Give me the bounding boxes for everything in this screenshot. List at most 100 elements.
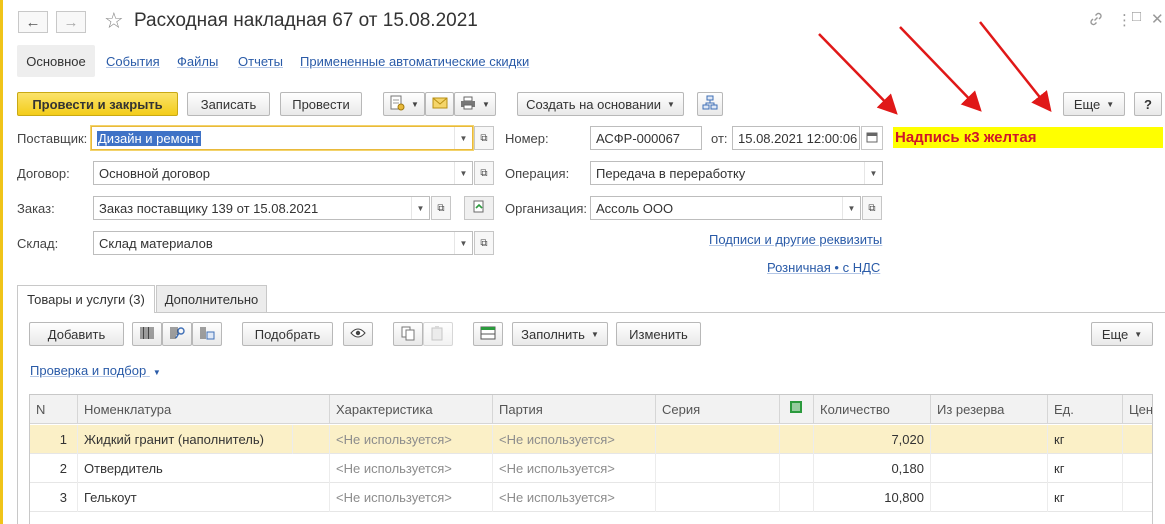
chevron-down-icon: ▼ bbox=[152, 368, 161, 377]
row-unit[interactable]: кг bbox=[1048, 425, 1123, 454]
fill-button[interactable]: Заполнить ▼ bbox=[512, 322, 608, 346]
fill-by-order-button[interactable] bbox=[464, 196, 494, 220]
more-menu-icon[interactable]: ⋮ bbox=[1117, 11, 1132, 29]
table-row[interactable]: 2 Отвердитель <Не используется> <Не испо… bbox=[30, 454, 1152, 483]
favorite-star-icon[interactable]: ☆ bbox=[104, 8, 124, 34]
row-from-reserve[interactable] bbox=[931, 425, 1048, 454]
add-row-button[interactable]: Добавить bbox=[29, 322, 124, 346]
table-row[interactable]: 3 Гелькоут <Не используется> <Не использ… bbox=[30, 483, 1152, 512]
more-button[interactable]: Еще ▼ bbox=[1063, 92, 1125, 116]
col-header-series[interactable]: Серия bbox=[656, 395, 780, 424]
red-arrow-2 bbox=[899, 26, 982, 112]
create-based-on-button[interactable]: Создать на основании ▼ bbox=[517, 92, 684, 116]
section-applied-discounts[interactable]: Примененные автоматические скидки bbox=[300, 54, 529, 69]
row-series[interactable] bbox=[656, 454, 780, 483]
chevron-down-icon[interactable]: ▼ bbox=[454, 127, 472, 149]
email-button[interactable] bbox=[425, 92, 454, 116]
row-unit[interactable]: кг bbox=[1048, 483, 1123, 512]
chevron-down-icon[interactable]: ▼ bbox=[864, 162, 882, 184]
col-header-status[interactable] bbox=[780, 395, 814, 424]
row-batch[interactable]: <Не используется> bbox=[493, 425, 656, 454]
row-from-reserve[interactable] bbox=[931, 483, 1048, 512]
contract-field[interactable]: Основной договор ▼ bbox=[93, 161, 473, 185]
section-reports[interactable]: Отчеты bbox=[238, 54, 283, 69]
signatures-link[interactable]: Подписи и другие реквизиты bbox=[709, 232, 882, 247]
row-number: 3 bbox=[30, 483, 78, 512]
change-button[interactable]: Изменить bbox=[616, 322, 701, 346]
table-more-button[interactable]: Еще ▼ bbox=[1091, 322, 1153, 346]
close-icon[interactable]: ✕ bbox=[1151, 10, 1164, 28]
col-header-batch[interactable]: Партия bbox=[493, 395, 656, 424]
forward-button[interactable]: → bbox=[56, 11, 86, 33]
maximize-icon[interactable]: □ bbox=[1132, 8, 1141, 25]
row-characteristic[interactable]: <Не используется> bbox=[330, 425, 493, 454]
tab-additional[interactable]: Дополнительно bbox=[156, 285, 267, 312]
organization-open-button[interactable]: ⧉ bbox=[862, 196, 882, 220]
order-field[interactable]: Заказ поставщику 139 от 15.08.2021 ▼ bbox=[93, 196, 430, 220]
order-open-button[interactable]: ⧉ bbox=[431, 196, 451, 220]
operation-field[interactable]: Передача в переработку ▼ bbox=[590, 161, 883, 185]
structure-button[interactable] bbox=[697, 92, 723, 116]
col-header-price[interactable]: Цена bbox=[1123, 395, 1152, 424]
post-button[interactable]: Провести bbox=[280, 92, 362, 116]
create-document-button[interactable]: ▼ bbox=[383, 92, 425, 116]
row-item[interactable]: Отвердитель bbox=[78, 454, 330, 483]
col-header-characteristic[interactable]: Характеристика bbox=[330, 395, 493, 424]
copy-rows-button[interactable] bbox=[393, 322, 423, 346]
warehouse-field[interactable]: Склад материалов ▼ bbox=[93, 231, 473, 255]
chevron-down-icon[interactable]: ▼ bbox=[454, 162, 472, 184]
barcode-data-button[interactable] bbox=[192, 322, 222, 346]
col-header-from-reserve[interactable]: Из резерва bbox=[931, 395, 1048, 424]
col-header-unit[interactable]: Ед. bbox=[1048, 395, 1123, 424]
row-series[interactable] bbox=[656, 483, 780, 512]
col-header-quantity[interactable]: Количество bbox=[814, 395, 931, 424]
red-arrow-1 bbox=[818, 33, 898, 115]
chevron-down-icon[interactable]: ▼ bbox=[411, 197, 429, 219]
tab-goods-services[interactable]: Товары и услуги (3) bbox=[17, 285, 155, 313]
row-quantity[interactable]: 10,800 bbox=[814, 483, 931, 512]
print-button[interactable]: ▼ bbox=[454, 92, 496, 116]
col-header-item[interactable]: Номенклатура bbox=[78, 395, 330, 424]
col-header-n[interactable]: N bbox=[30, 395, 78, 424]
number-field[interactable]: АСФР-000067 bbox=[590, 126, 702, 150]
view-button[interactable] bbox=[343, 322, 373, 346]
chevron-down-icon[interactable]: ▼ bbox=[842, 197, 860, 219]
contract-open-button[interactable]: ⧉ bbox=[474, 161, 494, 185]
supplier-open-button[interactable]: ⧉ bbox=[474, 126, 494, 150]
row-quantity[interactable]: 0,180 bbox=[814, 454, 931, 483]
pick-button[interactable]: Подобрать bbox=[242, 322, 333, 346]
chevron-down-icon: ▼ bbox=[590, 329, 599, 339]
table-row[interactable]: 1 Жидкий гранит (наполнитель) <Не исполь… bbox=[30, 425, 1152, 454]
post-and-close-button[interactable]: Провести и закрыть bbox=[17, 92, 178, 116]
paste-rows-button[interactable] bbox=[423, 322, 453, 346]
row-item[interactable]: Гелькоут bbox=[78, 483, 330, 512]
row-from-reserve[interactable] bbox=[931, 454, 1048, 483]
back-button[interactable]: ← bbox=[18, 11, 48, 33]
check-and-pick-link[interactable]: Проверка и подбор ▼ bbox=[30, 363, 161, 378]
row-unit[interactable]: кг bbox=[1048, 454, 1123, 483]
vat-link[interactable]: Розничная • с НДС bbox=[767, 260, 880, 275]
section-main[interactable]: Основное bbox=[17, 45, 95, 77]
row-quantity[interactable]: 7,020 bbox=[814, 425, 931, 454]
arrow-right-icon: → bbox=[63, 13, 79, 31]
row-batch[interactable]: <Не используется> bbox=[493, 454, 656, 483]
section-files[interactable]: Файлы bbox=[177, 54, 218, 69]
supplier-field[interactable]: Дизайн и ремонт ▼ bbox=[91, 126, 473, 150]
section-events[interactable]: События bbox=[106, 54, 160, 69]
barcode-search-button[interactable] bbox=[162, 322, 192, 346]
save-button[interactable]: Записать bbox=[187, 92, 270, 116]
row-item[interactable]: Жидкий гранит (наполнитель) bbox=[78, 425, 293, 454]
row-characteristic[interactable]: <Не используется> bbox=[330, 483, 493, 512]
organization-field[interactable]: Ассоль ООО ▼ bbox=[590, 196, 861, 220]
window-title: Расходная накладная 67 от 15.08.2021 bbox=[134, 10, 478, 31]
chevron-down-icon[interactable]: ▼ bbox=[454, 232, 472, 254]
contract-label: Договор: bbox=[17, 166, 70, 181]
barcode-button[interactable] bbox=[132, 322, 162, 346]
warehouse-open-button[interactable]: ⧉ bbox=[474, 231, 494, 255]
row-batch[interactable]: <Не используется> bbox=[493, 483, 656, 512]
row-series[interactable] bbox=[656, 425, 780, 454]
link-icon[interactable] bbox=[1088, 11, 1104, 31]
row-characteristic[interactable]: <Не используется> bbox=[330, 454, 493, 483]
help-button[interactable]: ? bbox=[1134, 92, 1162, 116]
table-settings-button[interactable] bbox=[473, 322, 503, 346]
